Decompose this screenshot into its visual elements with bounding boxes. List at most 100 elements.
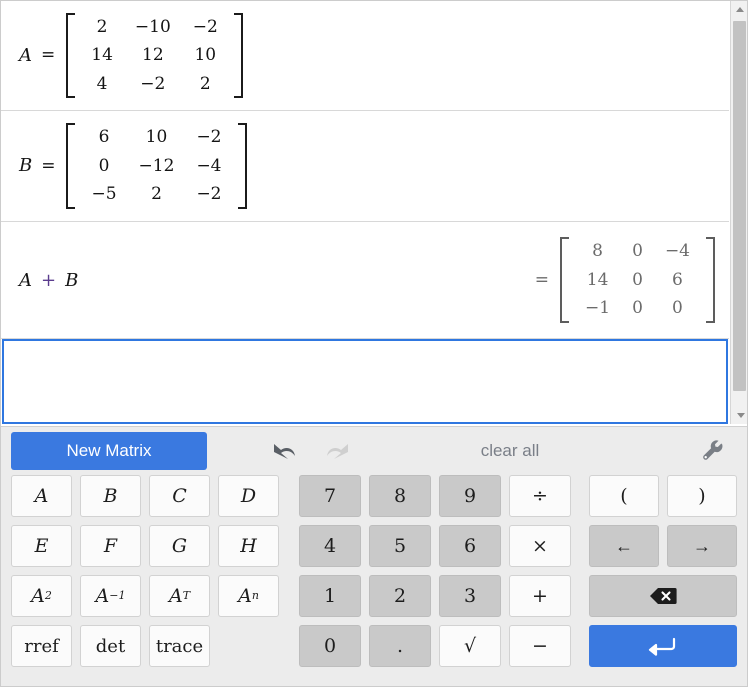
scroll-down-button[interactable] bbox=[732, 407, 747, 424]
matrix-cell[interactable]: 4 bbox=[80, 70, 124, 99]
matrix-cell[interactable]: 2 bbox=[128, 180, 186, 209]
matrix-b-definition: B = 6 10 −2 0 −12 −4 −5 2 −2 bbox=[19, 123, 249, 209]
matrix-cell[interactable]: 2 bbox=[80, 13, 124, 42]
result-expression: A + B bbox=[19, 270, 78, 291]
enter-keypad-row bbox=[589, 625, 737, 667]
matrix-b-row[interactable]: B = 6 10 −2 0 −12 −4 −5 2 −2 bbox=[1, 111, 729, 222]
matrix-keypad: A B C D E F G H A2 A −1 A T A n rref det… bbox=[11, 475, 279, 675]
matrix-cell[interactable]: 10 bbox=[182, 41, 229, 70]
key-matrix-f[interactable]: F bbox=[80, 525, 141, 567]
new-matrix-button[interactable]: New Matrix bbox=[11, 432, 207, 470]
matrix-row: −1 0 0 bbox=[574, 294, 701, 323]
expression-input-row[interactable] bbox=[2, 339, 728, 424]
redo-button[interactable] bbox=[311, 439, 367, 463]
matrix-cell: −4 bbox=[664, 241, 690, 262]
clear-all-button[interactable]: clear all bbox=[367, 441, 693, 461]
key-enter[interactable] bbox=[589, 625, 737, 667]
key-decimal-point[interactable]: . bbox=[369, 625, 431, 667]
wrench-icon bbox=[703, 440, 723, 460]
key-5[interactable]: 5 bbox=[369, 525, 431, 567]
key-backspace[interactable] bbox=[589, 575, 737, 617]
matrix-cell[interactable]: −12 bbox=[128, 152, 186, 181]
power-base: A bbox=[31, 585, 45, 607]
key-matrix-h[interactable]: H bbox=[218, 525, 279, 567]
matrix-cell[interactable]: 14 bbox=[80, 41, 124, 70]
matrix-cell[interactable]: −2 bbox=[185, 123, 232, 152]
matrix-cell: 8 bbox=[592, 241, 603, 262]
key-7[interactable]: 7 bbox=[299, 475, 361, 517]
key-8[interactable]: 8 bbox=[369, 475, 431, 517]
matrix-cell: 14 bbox=[586, 269, 609, 290]
number-keypad-row: 4 5 6 × bbox=[299, 525, 571, 567]
matrix-keypad-row: E F G H bbox=[11, 525, 279, 567]
settings-button[interactable] bbox=[693, 439, 733, 463]
key-arrow-right[interactable]: → bbox=[667, 525, 737, 567]
key-matrix-d[interactable]: D bbox=[218, 475, 279, 517]
scrollbar-thumb[interactable] bbox=[733, 21, 746, 391]
matrix-cell[interactable]: −2 bbox=[182, 13, 229, 42]
key-rref[interactable]: rref bbox=[11, 625, 72, 667]
matrix-a-row[interactable]: A = 2 −10 −2 14 12 10 4 −2 2 bbox=[1, 1, 729, 111]
key-matrix-e[interactable]: E bbox=[11, 525, 72, 567]
key-0[interactable]: 0 bbox=[299, 625, 361, 667]
vertical-scrollbar[interactable] bbox=[730, 1, 747, 424]
key-9[interactable]: 9 bbox=[439, 475, 501, 517]
matrix-cell[interactable]: −5 bbox=[80, 180, 127, 209]
undo-arrow-icon bbox=[274, 444, 295, 459]
matrix-row: −5 2 −2 bbox=[80, 180, 232, 209]
result-value: = 8 0 −4 14 0 6 −1 0 0 bbox=[535, 237, 717, 323]
matrix-cell: 0 bbox=[632, 241, 643, 262]
matrix-cell[interactable]: 10 bbox=[128, 123, 186, 152]
matrix-cell: 0 bbox=[672, 298, 683, 319]
key-matrix-c[interactable]: C bbox=[149, 475, 210, 517]
toolbar: New Matrix clear all bbox=[1, 427, 747, 475]
key-divide[interactable]: ÷ bbox=[509, 475, 571, 517]
key-6[interactable]: 6 bbox=[439, 525, 501, 567]
key-left-paren[interactable]: ( bbox=[589, 475, 659, 517]
matrix-row: 8 0 −4 bbox=[574, 237, 701, 266]
power-base: A bbox=[238, 585, 252, 607]
key-matrix-squared[interactable]: A2 bbox=[11, 575, 72, 617]
power-base: A bbox=[95, 585, 110, 607]
key-arrow-left[interactable]: ← bbox=[589, 525, 659, 567]
result-matrix-body: 8 0 −4 14 0 6 −1 0 0 bbox=[558, 237, 717, 323]
key-matrix-g[interactable]: G bbox=[149, 525, 210, 567]
arrow-keypad-row: ← → bbox=[589, 525, 737, 567]
backspace-keypad-row bbox=[589, 575, 737, 617]
key-det[interactable]: det bbox=[80, 625, 141, 667]
key-matrix-transpose[interactable]: AT bbox=[149, 575, 210, 617]
key-matrix-inverse[interactable]: A −1 bbox=[80, 575, 141, 617]
matrix-cell[interactable]: 6 bbox=[80, 123, 127, 152]
key-matrix-a[interactable]: A bbox=[11, 475, 72, 517]
key-minus[interactable]: − bbox=[509, 625, 571, 667]
scroll-up-button[interactable] bbox=[731, 1, 747, 18]
key-matrix-b[interactable]: B bbox=[80, 475, 141, 517]
key-plus[interactable]: + bbox=[509, 575, 571, 617]
matrix-cell[interactable]: −2 bbox=[124, 70, 182, 99]
key-1[interactable]: 1 bbox=[299, 575, 361, 617]
key-square-root[interactable]: √ bbox=[439, 625, 501, 667]
matrix-cell[interactable]: 2 bbox=[182, 70, 229, 99]
key-2[interactable]: 2 bbox=[369, 575, 431, 617]
matrix-cell[interactable]: 0 bbox=[80, 152, 127, 181]
key-3[interactable]: 3 bbox=[439, 575, 501, 617]
number-keypad: 7 8 9 ÷ 4 5 6 × 1 2 3 + 0 . √ − bbox=[299, 475, 571, 675]
matrix-cell[interactable]: −4 bbox=[185, 152, 232, 181]
key-multiply[interactable]: × bbox=[509, 525, 571, 567]
matrix-cell[interactable]: −2 bbox=[185, 180, 232, 209]
right-bracket-icon bbox=[706, 237, 715, 323]
matrix-cell: 0 bbox=[632, 298, 643, 319]
matrix-cell[interactable]: −10 bbox=[124, 13, 182, 42]
result-matrix-table: 8 0 −4 14 0 6 −1 0 0 bbox=[574, 237, 701, 323]
matrix-keypad-row: A B C D bbox=[11, 475, 279, 517]
undo-button[interactable] bbox=[255, 439, 311, 463]
number-keypad-row: 7 8 9 ÷ bbox=[299, 475, 571, 517]
key-trace[interactable]: trace bbox=[149, 625, 210, 667]
key-matrix-power-n[interactable]: An bbox=[218, 575, 279, 617]
key-right-paren[interactable]: ) bbox=[667, 475, 737, 517]
number-keypad-row: 1 2 3 + bbox=[299, 575, 571, 617]
matrix-cell[interactable]: 12 bbox=[124, 41, 182, 70]
result-operand-left: A bbox=[19, 269, 32, 291]
key-4[interactable]: 4 bbox=[299, 525, 361, 567]
result-row[interactable]: A + B = 8 0 −4 14 0 6 −1 0 0 bbox=[1, 222, 729, 339]
